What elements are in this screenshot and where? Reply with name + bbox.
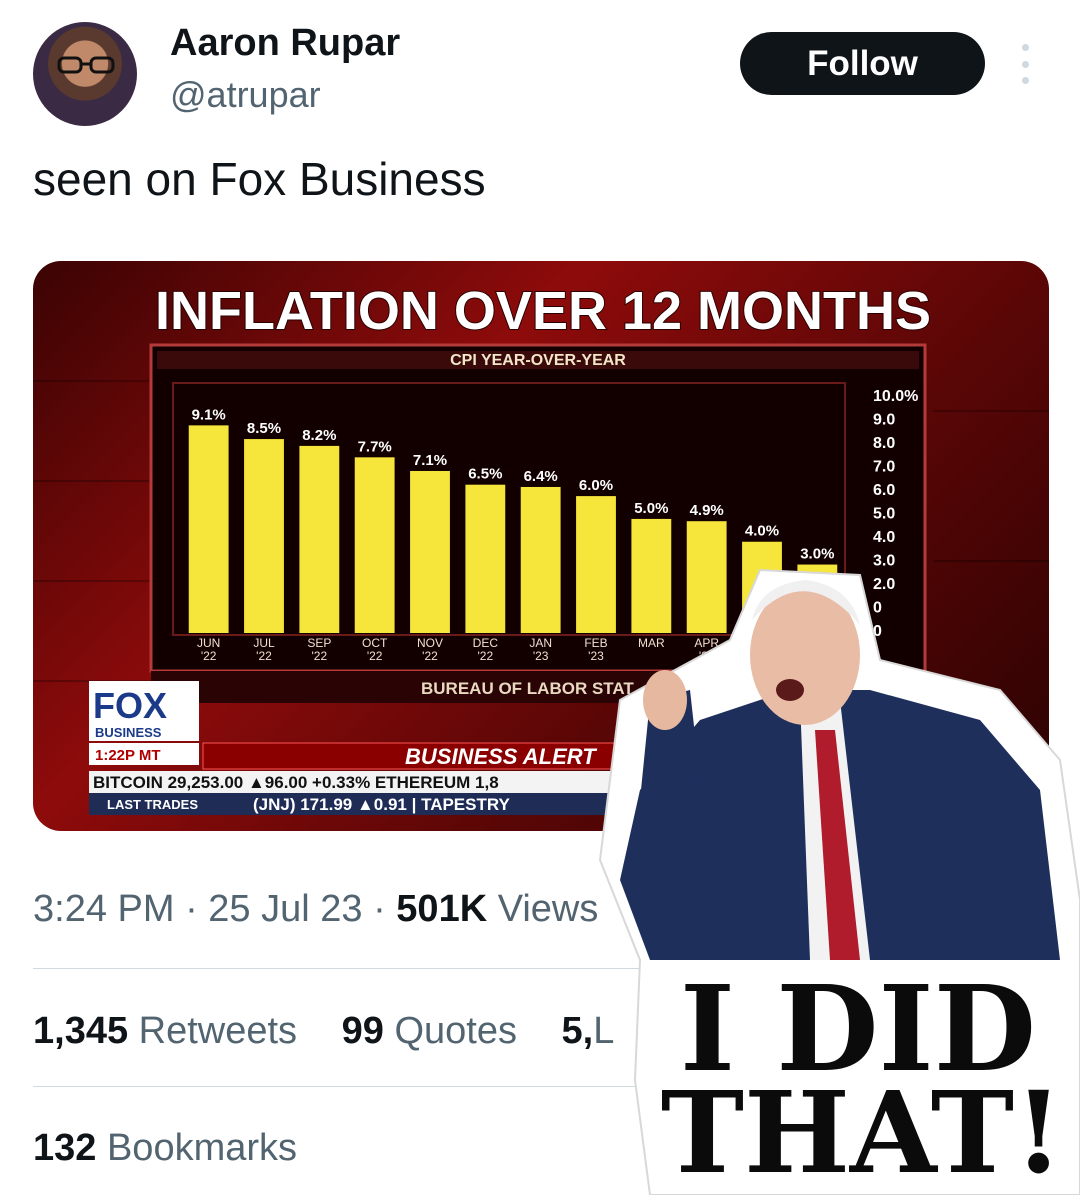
chart-bar bbox=[354, 457, 395, 633]
divider bbox=[33, 968, 1048, 969]
chart-year-label: '22 bbox=[256, 649, 272, 663]
chart-year-label: '22 bbox=[367, 649, 383, 663]
chart-month-label: APR bbox=[694, 636, 719, 650]
chart-value-label: 5.0% bbox=[634, 500, 668, 517]
chart-month-label: SEP bbox=[307, 636, 331, 650]
chart-subtitle: CPI YEAR-OVER-YEAR bbox=[450, 352, 626, 369]
chart-bar bbox=[576, 496, 616, 633]
chart-bar bbox=[299, 445, 340, 633]
views-label: Views bbox=[487, 888, 599, 930]
sticker-line-2: THAT! bbox=[661, 1068, 1063, 1195]
chart-month-label: DEC bbox=[473, 636, 499, 650]
chart-y-tick: 4.0 bbox=[873, 529, 895, 546]
chart-headline: INFLATION OVER 12 MONTHS bbox=[155, 281, 931, 341]
retweets-stat[interactable]: 1,345 Retweets bbox=[33, 1010, 297, 1052]
divider bbox=[33, 1086, 1048, 1087]
chart-value-label: 4.0% bbox=[745, 523, 779, 540]
ticker-line-2: (JNJ) 171.99 ▲0.91 | TAPESTRY bbox=[253, 795, 511, 814]
author-handle[interactable]: @atrupar bbox=[170, 74, 321, 116]
ticker-line-1: BITCOIN 29,253.00 ▲96.00 +0.33% ETHEREUM… bbox=[93, 773, 499, 792]
follow-button[interactable]: Follow bbox=[740, 32, 985, 95]
network-sub: BUSINESS bbox=[95, 725, 162, 740]
chart-year-label: '22 bbox=[201, 649, 217, 663]
chart-y-tick: 0 bbox=[873, 623, 882, 640]
chart-year-label: '23 bbox=[533, 649, 549, 663]
post-time[interactable]: 3:24 PM · 25 Jul 23 · bbox=[33, 888, 396, 930]
chart-value-label: 6.4% bbox=[524, 468, 558, 485]
business-alert: BUSINESS ALERT bbox=[405, 744, 597, 769]
chart-bar bbox=[465, 484, 506, 633]
chart-month-label: MAR bbox=[638, 636, 665, 650]
chart-y-tick: 7.0 bbox=[873, 459, 895, 476]
chart-bar bbox=[188, 425, 229, 633]
chart-year-label: '23 bbox=[588, 649, 604, 663]
chart-value-label: 3.0% bbox=[800, 546, 834, 563]
chart-year-label: '22 bbox=[478, 649, 494, 663]
chart-y-tick: 2.0 bbox=[873, 576, 895, 593]
chart-y-tick: 3.0 bbox=[873, 553, 895, 570]
tweet-text: seen on Fox Business bbox=[33, 153, 486, 205]
chart-year-label: '23 bbox=[699, 649, 715, 663]
engagement-stats: 1,345 Retweets 99 Quotes 5,L bbox=[33, 1010, 648, 1053]
chart-value-label: 7.7% bbox=[358, 438, 392, 455]
bookmarks-stat[interactable]: 132 Bookmarks bbox=[33, 1127, 297, 1170]
chart-y-tick: 9.0 bbox=[873, 412, 895, 429]
chart-month-label: NOV bbox=[417, 636, 443, 650]
chart-month-label: OCT bbox=[362, 636, 388, 650]
chart-value-label: 6.0% bbox=[579, 477, 613, 494]
chart-month-label: JAN bbox=[529, 636, 552, 650]
ticker-label: LAST TRADES bbox=[107, 797, 198, 812]
chart-y-tick: 0 bbox=[873, 600, 882, 617]
glasses-icon bbox=[57, 56, 115, 74]
tweet-media[interactable]: INFLATION OVER 12 MONTHS CPI YEAR-OVER-Y… bbox=[33, 261, 1049, 831]
chart-value-label: 4.9% bbox=[690, 502, 724, 519]
chart-bar bbox=[686, 521, 727, 633]
chart-value-label: 9.1% bbox=[192, 406, 226, 423]
chart-year-label: '22 bbox=[312, 649, 328, 663]
chart-value-label: 8.2% bbox=[302, 427, 336, 444]
broadcast-time: 1:22P MT bbox=[95, 747, 161, 764]
chart-y-tick: 6.0 bbox=[873, 482, 895, 499]
chart-bar bbox=[631, 518, 672, 633]
more-options-icon[interactable] bbox=[1014, 44, 1036, 84]
chart-value-label: 8.5% bbox=[247, 420, 281, 437]
chart-month-label: FEB bbox=[584, 636, 607, 650]
chart-y-tick: 8.0 bbox=[873, 435, 895, 452]
chart-bar bbox=[742, 541, 782, 633]
chart-value-label: 7.1% bbox=[413, 452, 447, 469]
chart-bar bbox=[410, 471, 450, 633]
chart-value-label: 6.5% bbox=[468, 466, 502, 483]
post-meta: 3:24 PM · 25 Jul 23 · 501K Views bbox=[33, 888, 598, 931]
author-avatar[interactable] bbox=[33, 22, 137, 126]
chart-y-tick: 5.0 bbox=[873, 506, 895, 523]
inflation-chart-image: INFLATION OVER 12 MONTHS CPI YEAR-OVER-Y… bbox=[33, 280, 1049, 815]
chart-bar bbox=[797, 564, 838, 633]
chart-bar bbox=[520, 486, 561, 633]
chart-source: BUREAU OF LABOR STAT bbox=[421, 679, 634, 698]
quotes-stat[interactable]: 99 Quotes bbox=[342, 1010, 517, 1052]
chart-month-label: JUN bbox=[197, 636, 220, 650]
chart-month-label: JUL bbox=[253, 636, 275, 650]
chart-year-label: '22 bbox=[422, 649, 438, 663]
network-logo: FOX bbox=[93, 685, 167, 726]
chart-y-tick: 10.0% bbox=[873, 388, 918, 405]
views-count: 501K bbox=[396, 888, 488, 930]
author-name[interactable]: Aaron Rupar bbox=[170, 22, 400, 65]
sticker-line-1: I DID bbox=[680, 959, 1036, 1098]
likes-stat[interactable]: 5,L bbox=[562, 1010, 615, 1052]
chart-bar bbox=[244, 439, 284, 633]
